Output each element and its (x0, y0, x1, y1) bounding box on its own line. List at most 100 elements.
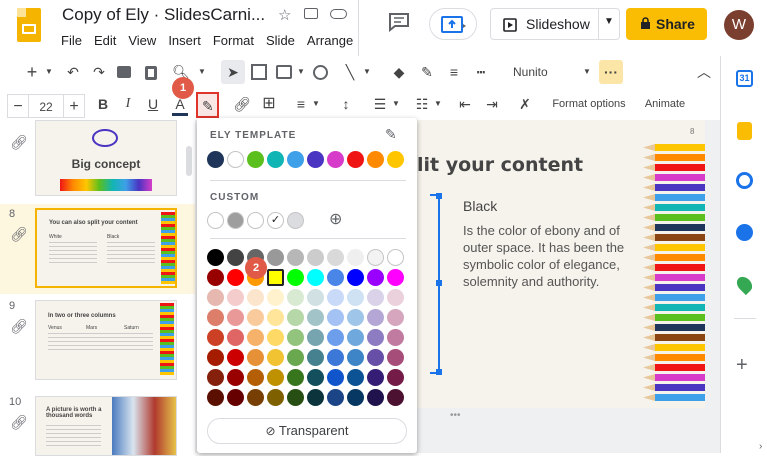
border-dash-icon[interactable]: ┅ (471, 60, 491, 84)
font-family-select[interactable]: Nunito ▼ (505, 60, 595, 84)
undo-icon[interactable]: ↶ (63, 60, 83, 84)
increase-font-size-button[interactable]: + (63, 94, 85, 118)
standard-color-swatch[interactable] (267, 309, 284, 326)
standard-color-swatch[interactable] (247, 349, 264, 366)
standard-color-swatch[interactable] (247, 289, 264, 306)
standard-color-swatch[interactable] (227, 269, 244, 286)
standard-color-swatch[interactable] (327, 269, 344, 286)
insert-image-icon[interactable] (276, 65, 292, 79)
standard-color-swatch[interactable] (387, 269, 404, 286)
tasks-icon[interactable] (736, 172, 753, 189)
more-options-icon[interactable]: ··· (599, 60, 623, 84)
select-cursor-icon[interactable]: ➤ (221, 60, 245, 84)
notes-drag-handle[interactable]: ••• (450, 410, 461, 421)
standard-color-swatch[interactable] (267, 249, 284, 266)
standard-color-swatch[interactable] (227, 329, 244, 346)
custom-color-swatch[interactable] (247, 212, 264, 229)
align-chevron-icon[interactable]: ▼ (311, 92, 321, 116)
theme-color-swatch[interactable] (387, 151, 404, 168)
edit-theme-pencil-icon[interactable]: ✎ (385, 126, 397, 143)
standard-color-swatch[interactable] (307, 389, 324, 406)
standard-color-swatch[interactable] (287, 309, 304, 326)
standard-color-swatch[interactable] (347, 369, 364, 386)
standard-color-swatch[interactable] (247, 309, 264, 326)
standard-color-swatch[interactable] (207, 309, 224, 326)
maps-icon[interactable] (733, 273, 756, 296)
standard-color-swatch[interactable] (347, 269, 364, 286)
menu-insert[interactable]: Insert (168, 33, 201, 48)
resize-handle[interactable] (436, 369, 442, 375)
redo-icon[interactable]: ↷ (89, 60, 109, 84)
standard-color-swatch[interactable] (207, 269, 224, 286)
standard-color-swatch[interactable] (387, 289, 404, 306)
current-slide[interactable]: lit your content Black Is the color of e… (405, 120, 705, 408)
standard-color-swatch[interactable] (287, 269, 304, 286)
standard-color-swatch[interactable] (387, 349, 404, 366)
resize-handle[interactable] (436, 280, 442, 286)
standard-color-swatch[interactable] (227, 289, 244, 306)
standard-color-swatch[interactable] (267, 289, 284, 306)
keep-icon[interactable] (737, 122, 752, 140)
decrease-indent-icon[interactable]: ⇤ (455, 92, 475, 116)
move-folder-icon[interactable] (304, 8, 318, 19)
share-button[interactable]: Share (626, 8, 707, 40)
bold-icon[interactable]: B (94, 92, 112, 116)
standard-color-swatch[interactable] (307, 269, 324, 286)
print-icon[interactable] (117, 66, 131, 78)
standard-color-swatch[interactable] (387, 389, 404, 406)
shape-icon[interactable] (313, 65, 328, 80)
theme-color-swatch[interactable] (327, 151, 344, 168)
standard-color-swatch[interactable] (387, 249, 404, 266)
standard-color-swatch[interactable] (367, 269, 384, 286)
standard-color-swatch[interactable] (227, 249, 244, 266)
standard-color-swatch[interactable] (327, 349, 344, 366)
theme-color-swatch[interactable] (267, 151, 284, 168)
slideshow-button[interactable]: Slideshow ▼ (490, 8, 620, 40)
standard-color-swatch[interactable] (287, 329, 304, 346)
slide-thumbnail-8[interactable]: You can also split your content White Bl… (35, 208, 177, 288)
standard-color-swatch[interactable] (227, 309, 244, 326)
standard-color-swatch[interactable] (267, 389, 284, 406)
standard-color-swatch[interactable] (307, 289, 324, 306)
standard-color-swatch[interactable] (347, 249, 364, 266)
standard-color-swatch[interactable] (227, 369, 244, 386)
custom-color-swatch[interactable] (287, 212, 304, 229)
transparent-button[interactable]: ⊘ Transparent (207, 418, 407, 444)
line-icon[interactable]: ╲ (340, 60, 360, 84)
standard-color-swatch[interactable] (327, 249, 344, 266)
format-options-button[interactable]: Format options (547, 92, 631, 116)
menu-edit[interactable]: Edit (94, 33, 116, 48)
standard-color-swatch[interactable] (347, 349, 364, 366)
slide-thumbnail-10[interactable]: A picture is worth a thousand words (35, 396, 177, 456)
standard-color-swatch[interactable] (367, 309, 384, 326)
standard-color-swatch[interactable] (247, 369, 264, 386)
standard-color-swatch[interactable] (287, 349, 304, 366)
align-icon[interactable]: ≡ (291, 92, 311, 116)
new-slide-layout-chevron-icon[interactable]: ▼ (44, 60, 54, 84)
border-color-icon[interactable]: ✎ (417, 60, 437, 84)
calendar-icon[interactable]: 31 (736, 70, 753, 87)
standard-color-swatch[interactable] (207, 369, 224, 386)
standard-color-swatch[interactable] (267, 329, 284, 346)
standard-color-swatch[interactable] (307, 249, 324, 266)
standard-color-swatch[interactable] (227, 349, 244, 366)
get-add-ons-icon[interactable]: + (736, 354, 748, 377)
standard-color-swatch[interactable] (287, 389, 304, 406)
decrease-font-size-button[interactable]: − (7, 94, 29, 118)
star-icon[interactable]: ☆ (278, 6, 291, 24)
custom-color-swatch[interactable] (227, 212, 244, 229)
standard-color-swatch[interactable] (327, 309, 344, 326)
collapse-toolbar-chevron-icon[interactable]: ︿ (694, 60, 714, 84)
standard-color-swatch[interactable] (387, 369, 404, 386)
slide-thumbnail-7[interactable]: Big concept (35, 120, 177, 196)
standard-color-swatch[interactable] (287, 369, 304, 386)
border-weight-icon[interactable]: ≡ (444, 60, 464, 84)
standard-color-swatch[interactable] (247, 329, 264, 346)
standard-color-swatch[interactable] (307, 349, 324, 366)
standard-color-swatch[interactable] (367, 289, 384, 306)
thumbnail-scrollbar[interactable] (186, 146, 192, 176)
standard-color-swatch[interactable] (307, 329, 324, 346)
standard-color-swatch[interactable] (267, 349, 284, 366)
theme-color-swatch[interactable] (247, 151, 264, 168)
custom-color-swatch[interactable] (207, 212, 224, 229)
